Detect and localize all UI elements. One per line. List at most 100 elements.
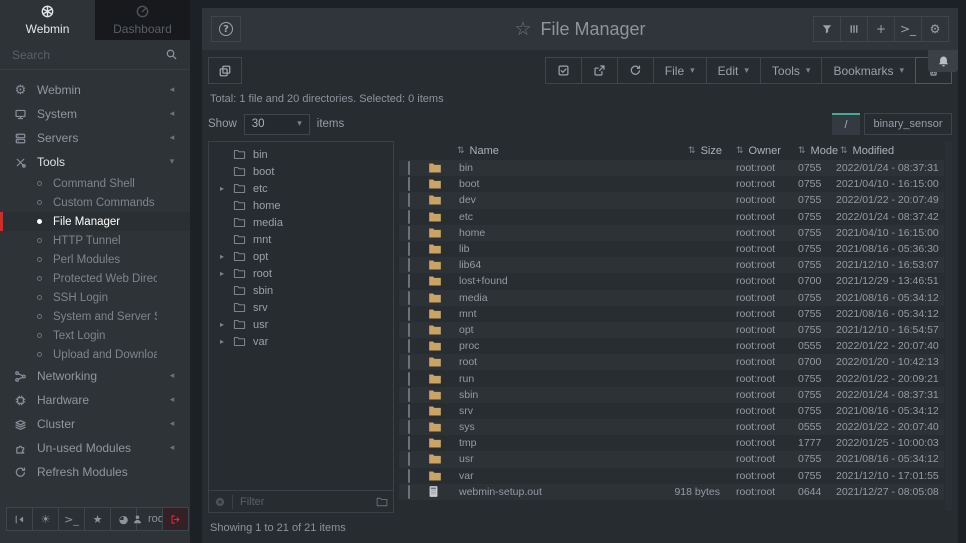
tree-item[interactable]: ▸ opt xyxy=(209,248,393,265)
tree-item[interactable]: ▸ usr xyxy=(209,316,393,333)
toolbar-button[interactable] xyxy=(545,57,582,84)
sidebar-footer-button[interactable]: >_ xyxy=(58,507,85,531)
table-row[interactable]: mnt root:root 0755 2021/08/16 - 05:34:12 xyxy=(399,306,944,322)
file-name[interactable]: tmp xyxy=(456,437,596,449)
table-row[interactable]: sbin root:root 0755 2022/01/24 - 08:37:3… xyxy=(399,387,944,403)
table-row[interactable]: run root:root 0755 2022/01/22 - 20:09:21 xyxy=(399,370,944,386)
table-row[interactable]: media root:root 0755 2021/08/16 - 05:34:… xyxy=(399,290,944,306)
tree-item[interactable]: ▸ etc xyxy=(209,180,393,197)
tree-item[interactable]: ▸ var xyxy=(209,333,393,350)
file-name[interactable]: boot xyxy=(456,178,596,190)
row-checkbox[interactable] xyxy=(408,452,410,466)
row-checkbox[interactable] xyxy=(408,210,410,224)
sidebar-footer-button[interactable]: ☀ xyxy=(32,507,59,531)
sidebar-menu-item[interactable]: System ◂ xyxy=(0,102,190,126)
search-input[interactable] xyxy=(12,48,165,62)
notifications-tab[interactable] xyxy=(928,50,958,72)
table-row[interactable]: tmp root:root 1777 2022/01/25 - 10:00:03 xyxy=(399,435,944,451)
tree-expand-icon[interactable]: ▸ xyxy=(218,337,226,346)
sidebar-menu-item[interactable]: SSH Login xyxy=(0,288,190,307)
sidebar-menu-item[interactable]: HTTP Tunnel xyxy=(0,231,190,250)
toolbar-button[interactable] xyxy=(617,57,654,84)
row-checkbox[interactable] xyxy=(408,485,410,499)
table-row[interactable]: lib root:root 0755 2021/08/16 - 05:36:30 xyxy=(399,241,944,257)
tree-item[interactable]: srv xyxy=(209,299,393,316)
row-checkbox[interactable] xyxy=(408,274,410,288)
sidebar-menu-item[interactable]: Command Shell xyxy=(0,174,190,193)
file-name[interactable]: home xyxy=(456,227,596,239)
row-checkbox[interactable] xyxy=(408,372,410,386)
row-checkbox[interactable] xyxy=(408,323,410,337)
row-checkbox[interactable] xyxy=(408,355,410,369)
file-name[interactable]: bin xyxy=(456,162,596,174)
tree-expand-icon[interactable]: ▸ xyxy=(218,252,226,261)
toolbar-button[interactable]: Bookmarks ▾ xyxy=(821,57,916,84)
sidebar-menu-item[interactable]: Servers ◂ xyxy=(0,126,190,150)
path-search-box[interactable]: binary_sensor xyxy=(864,113,952,135)
sidebar-footer-button[interactable] xyxy=(6,507,33,531)
header-action-button[interactable]: + xyxy=(867,16,895,42)
tree-filter-input[interactable] xyxy=(232,495,370,509)
table-row[interactable]: webmin-setup.out 918 bytes root:root 064… xyxy=(399,484,944,500)
tree-item[interactable]: sbin xyxy=(209,282,393,299)
file-name[interactable]: media xyxy=(456,292,596,304)
row-checkbox[interactable] xyxy=(408,420,410,434)
column-header-name[interactable]: ⇅ Name xyxy=(453,145,596,157)
table-row[interactable]: var root:root 0755 2021/12/10 - 17:01:55 xyxy=(399,468,944,484)
row-checkbox[interactable] xyxy=(408,307,410,321)
file-name[interactable]: mnt xyxy=(456,308,596,320)
toolbar-button[interactable] xyxy=(581,57,618,84)
table-row[interactable]: root root:root 0700 2022/01/20 - 10:42:1… xyxy=(399,354,944,370)
row-checkbox[interactable] xyxy=(408,226,410,240)
file-name[interactable]: lost+found xyxy=(456,275,596,287)
tree-expand-icon[interactable]: ▸ xyxy=(218,320,226,329)
filter-folder-icon[interactable] xyxy=(376,496,388,508)
sidebar-menu-item[interactable]: File Manager xyxy=(0,212,190,231)
file-name[interactable]: root xyxy=(456,356,596,368)
toolbar-button[interactable]: Edit ▾ xyxy=(706,57,761,84)
table-row[interactable]: lib64 root:root 0755 2021/12/10 - 16:53:… xyxy=(399,257,944,273)
table-row[interactable]: usr root:root 0755 2021/08/16 - 05:34:12 xyxy=(399,451,944,467)
sidebar-menu-item[interactable]: System and Server Status xyxy=(0,307,190,326)
sidebar-menu-item[interactable]: Networking ◂ xyxy=(0,364,190,388)
table-row[interactable]: lost+found root:root 0700 2021/12/29 - 1… xyxy=(399,273,944,289)
sidebar-menu-item[interactable]: Un-used Modules ◂ xyxy=(0,436,190,460)
tree-item[interactable]: home xyxy=(209,197,393,214)
file-name[interactable]: lib64 xyxy=(456,259,596,271)
sidebar-menu-item[interactable]: Perl Modules xyxy=(0,250,190,269)
tree-item[interactable]: bin xyxy=(209,146,393,163)
table-row[interactable]: etc root:root 0755 2022/01/24 - 08:37:42 xyxy=(399,209,944,225)
header-action-button[interactable]: ⚙ xyxy=(921,16,949,42)
file-name[interactable]: dev xyxy=(456,194,596,206)
sidebar-menu-item[interactable]: Refresh Modules xyxy=(0,460,190,484)
table-row[interactable]: bin root:root 0755 2022/01/24 - 08:37:31 xyxy=(399,160,944,176)
sidebar-menu-item[interactable]: ⚙ Webmin ◂ xyxy=(0,78,190,102)
header-action-button[interactable]: >_ xyxy=(894,16,922,42)
sidebar-menu-item[interactable]: Protected Web Directories xyxy=(0,269,190,288)
row-checkbox[interactable] xyxy=(408,177,410,191)
file-name[interactable]: proc xyxy=(456,340,596,352)
header-action-button[interactable] xyxy=(813,16,841,42)
file-name[interactable]: run xyxy=(456,373,596,385)
column-header-owner[interactable]: ⇅ Owner xyxy=(726,145,790,157)
sidebar-menu-item[interactable]: Cluster ◂ xyxy=(0,412,190,436)
table-row[interactable]: sys root:root 0555 2022/01/22 - 20:07:40 xyxy=(399,419,944,435)
row-checkbox[interactable] xyxy=(408,469,410,483)
sidebar-footer-button[interactable] xyxy=(162,507,189,531)
toolbar-button[interactable]: File ▾ xyxy=(653,57,707,84)
root-path-button[interactable]: / xyxy=(832,113,860,135)
table-row[interactable]: opt root:root 0755 2021/12/10 - 16:54:57 xyxy=(399,322,944,338)
clear-filter-icon[interactable] xyxy=(214,496,226,508)
favorite-star-icon[interactable]: ☆ xyxy=(514,18,531,40)
row-checkbox[interactable] xyxy=(408,242,410,256)
sidebar-footer-button[interactable]: root xyxy=(136,507,163,531)
row-checkbox[interactable] xyxy=(408,404,410,418)
help-button[interactable]: ? xyxy=(211,16,241,42)
file-name[interactable]: var xyxy=(456,470,596,482)
table-row[interactable]: dev root:root 0755 2022/01/22 - 20:07:49 xyxy=(399,192,944,208)
tree-expand-icon[interactable]: ▸ xyxy=(218,184,226,193)
sidebar-menu-item[interactable]: Hardware ◂ xyxy=(0,388,190,412)
row-checkbox[interactable] xyxy=(408,436,410,450)
toolbar-button[interactable]: Tools ▾ xyxy=(760,57,823,84)
table-row[interactable]: srv root:root 0755 2021/08/16 - 05:34:12 xyxy=(399,403,944,419)
